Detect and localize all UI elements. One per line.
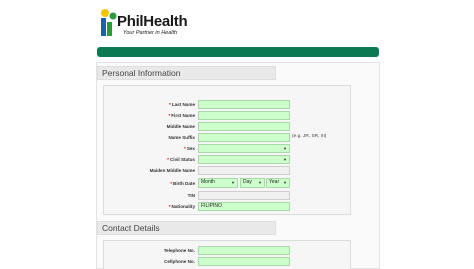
last-name-input[interactable] <box>198 100 290 109</box>
cellphone-label: Cellphone No. <box>164 259 195 264</box>
maiden-middle-name-input[interactable] <box>198 166 290 175</box>
row-name-suffix: Name Suffix <box>104 134 195 143</box>
tin-input[interactable] <box>198 191 290 200</box>
nationality-input[interactable]: FILIPINO <box>198 202 290 211</box>
name-suffix-hint: (e.g. JR, SR, III) <box>292 134 327 139</box>
contact-details-title: Contact Details <box>102 223 160 233</box>
row-telephone: Telephone No. <box>104 247 195 256</box>
header-accent-bar <box>97 47 379 57</box>
first-name-label: *First Name <box>168 113 195 118</box>
contact-details-header: Contact Details <box>97 221 276 235</box>
brand-tagline: Your Partner in Health <box>123 30 178 36</box>
sex-label: *Sex <box>184 146 195 151</box>
dropdown-arrow-icon: ▼ <box>283 157 287 162</box>
row-last-name: *Last Name <box>104 101 195 110</box>
first-name-input[interactable] <box>198 111 290 120</box>
middle-name-label: Middle Name <box>166 124 195 129</box>
civil-status-select[interactable]: ▼ <box>198 155 290 164</box>
middle-name-input[interactable] <box>198 122 290 131</box>
personal-info-panel: *Last Name *First Name Middle Name Name … <box>103 85 351 215</box>
row-sex: *Sex <box>104 145 195 154</box>
name-suffix-label: Name Suffix <box>168 135 195 140</box>
row-cellphone: Cellphone No. <box>104 258 195 267</box>
brand-name: PhilHealth <box>117 13 188 30</box>
tin-label: TIN <box>187 193 195 198</box>
philhealth-logo: PhilHealth Your Partner in Health <box>100 8 190 40</box>
maiden-middle-name-label: Maiden Middle Name <box>149 168 195 173</box>
birth-date-label: *Birth Date <box>170 181 195 186</box>
row-civil-status: *Civil Status <box>104 156 195 165</box>
dropdown-arrow-icon: ▼ <box>231 180 235 185</box>
name-suffix-input[interactable] <box>198 133 290 142</box>
row-tin: TIN <box>104 192 195 201</box>
personal-info-title: Personal Information <box>102 68 181 78</box>
row-birth-date: *Birth Date <box>104 180 195 189</box>
dropdown-arrow-icon: ▼ <box>283 146 287 151</box>
birth-year-select[interactable]: Year ▼ <box>266 178 290 188</box>
cellphone-input[interactable] <box>198 257 290 266</box>
row-nationality: *Nationality <box>104 203 195 212</box>
row-middle-name: Middle Name <box>104 123 195 132</box>
last-name-label: *Last Name <box>168 102 195 107</box>
telephone-input[interactable] <box>198 246 290 255</box>
dropdown-arrow-icon: ▼ <box>258 180 262 185</box>
civil-status-label: *Civil Status <box>167 157 195 162</box>
birth-day-select[interactable]: Day ▼ <box>240 178 265 188</box>
sex-select[interactable]: ▼ <box>198 144 290 153</box>
nationality-label: *Nationality <box>168 204 195 209</box>
birth-month-select[interactable]: Month ▼ <box>198 178 238 188</box>
contact-details-panel: Telephone No. Cellphone No. <box>103 240 351 269</box>
row-first-name: *First Name <box>104 112 195 121</box>
personal-info-header: Personal Information <box>97 66 276 80</box>
row-maiden-middle-name: Maiden Middle Name <box>104 167 195 176</box>
telephone-label: Telephone No. <box>163 248 195 253</box>
dropdown-arrow-icon: ▼ <box>283 180 287 185</box>
